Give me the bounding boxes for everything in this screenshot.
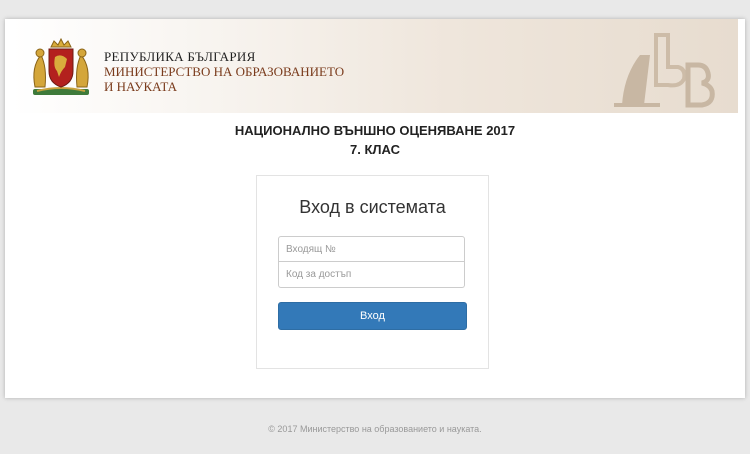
login-button[interactable]: Вход [278, 302, 467, 330]
exam-title: НАЦИОНАЛНО ВЪНШНО ОЦЕНЯВАНЕ 2017 [234, 123, 516, 138]
access-code-input[interactable] [278, 262, 465, 288]
ministry-name: РЕПУБЛИКА БЪЛГАРИЯ МИНИСТЕРСТВО НА ОБРАЗ… [104, 49, 344, 94]
login-title: Вход в системата [299, 197, 446, 217]
republic-label: РЕПУБЛИКА БЪЛГАРИЯ [104, 49, 256, 64]
footer-copyright: © 2017 Министерство на образованието и н… [268, 424, 482, 434]
abv-logo-icon [614, 33, 715, 108]
coat-of-arms-icon [33, 37, 89, 95]
exam-heading: НАЦИОНАЛНО ВЪНШНО ОЦЕНЯВАНЕ 2017 7. КЛАС [5, 121, 745, 159]
ministry-label-line1: МИНИСТЕРСТВО НА ОБРАЗОВАНИЕТО [104, 64, 345, 79]
ministry-label-line2: И НАУКАТА [104, 79, 178, 94]
exam-grade: 7. КЛАС [350, 142, 400, 157]
page-container: РЕПУБЛИКА БЪЛГАРИЯ МИНИСТЕРСТВО НА ОБРАЗ… [5, 19, 745, 398]
incoming-number-input[interactable] [278, 236, 465, 262]
header-banner: РЕПУБЛИКА БЪЛГАРИЯ МИНИСТЕРСТВО НА ОБРАЗ… [12, 19, 738, 113]
login-panel: Вход в системата Вход [256, 175, 489, 369]
